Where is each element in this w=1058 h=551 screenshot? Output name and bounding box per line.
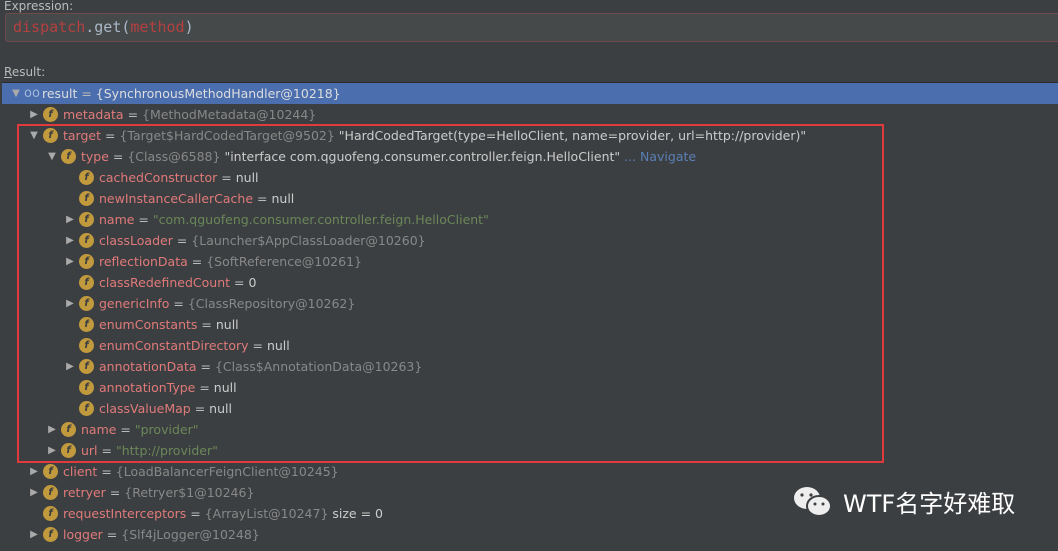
expression-token: dispatch [13,18,86,36]
field-name: metadata [63,107,124,122]
field-name: client [63,464,98,479]
highlight-box [17,124,884,463]
object-ref: {ArrayList@10247} [204,506,329,521]
expression-label: Expression: [4,0,74,13]
tree-row-metadata[interactable]: ▶ f metadata = {MethodMetadata@10244} [2,104,1058,125]
expression-token: ) [184,18,194,36]
field-icon: f [43,506,58,521]
expand-arrow-icon[interactable]: ▶ [28,482,40,503]
field-icon: f [43,464,58,479]
row-text: logger = {Slf4jLogger@10248} [63,524,260,545]
collapse-arrow-icon[interactable]: ▼ [10,83,22,104]
expression-token: method [130,18,185,36]
watermark-text: WTF名字好难取 [843,490,1016,518]
field-icon: f [43,527,58,542]
result-label-mnemonic: R [4,65,12,79]
field-name: logger [63,527,103,542]
wechat-icon [794,486,832,517]
separator: = [97,464,116,479]
expression-input[interactable]: dispatch.get(method) [5,13,1058,42]
result-label: Result: [4,65,45,79]
value: size = 0 [328,506,383,521]
separator: = [77,86,96,101]
expand-arrow-icon[interactable]: ▶ [28,104,40,125]
row-text: requestInterceptors = {ArrayList@10247} … [63,503,383,524]
row-text: result = {SynchronousMethodHandler@10218… [42,83,341,104]
object-ref: {Retryer$1@10246} [124,485,255,500]
separator: = [102,527,122,542]
tree-row-result[interactable]: ▼ oo result = {SynchronousMethodHandler@10… [2,83,1058,104]
object-ref: {Slf4jLogger@10248} [121,527,260,542]
field-name: retryer [63,485,106,500]
field-icon: f [43,107,58,122]
result-label-text: esult: [11,65,46,79]
separator: = [105,485,125,500]
watch-icon: oo [24,86,40,101]
row-text: client = {LoadBalancerFeignClient@10245} [63,461,339,482]
object-ref: {SynchronousMethodHandler@10218} [95,86,341,101]
expression-token: .get( [85,18,131,36]
expand-arrow-icon[interactable]: ▶ [28,524,40,545]
expand-arrow-icon[interactable]: ▶ [28,461,40,482]
object-ref: {LoadBalancerFeignClient@10245} [115,464,339,479]
row-text: retryer = {Retryer$1@10246} [63,482,254,503]
field-icon: f [43,485,58,500]
field-name: result [42,86,78,101]
separator: = [186,506,205,521]
tree-row-client[interactable]: ▶ f client = {LoadBalancerFeignClient@1024… [2,461,1058,482]
object-ref: {MethodMetadata@10244} [142,107,317,122]
field-name: requestInterceptors [63,506,187,521]
separator: = [123,107,143,122]
row-text: metadata = {MethodMetadata@10244} [63,104,316,125]
watermark: WTF名字好难取 [793,484,1015,519]
tree-row-logger[interactable]: ▶ f logger = {Slf4jLogger@10248} [2,524,1058,545]
